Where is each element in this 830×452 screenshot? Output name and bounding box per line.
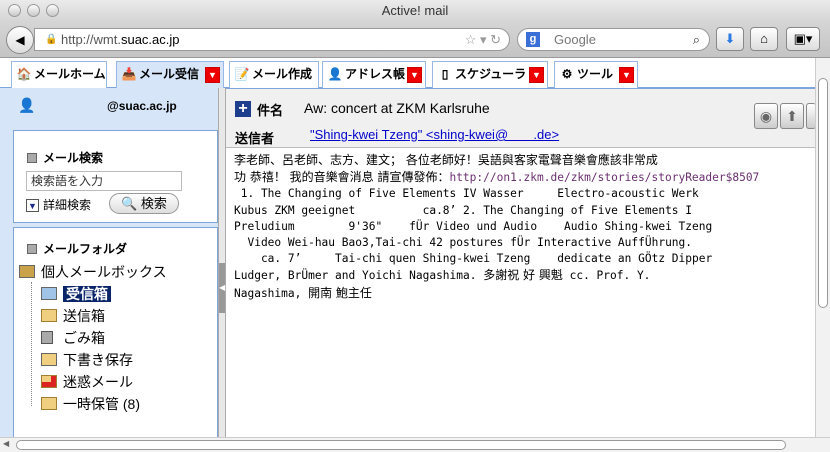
zoom-button[interactable] — [46, 4, 59, 17]
address-book-icon: 👤 — [327, 67, 343, 81]
horizontal-scrollbar[interactable]: ◀ — [0, 437, 830, 452]
app-tabs: 🏠 メールホーム 📥 メール受信 ▼ 📝 メール作成 👤 アドレス帳 ▼ ▯ スケジューラ ▼ … — [0, 58, 815, 88]
tab-label: スケジューラ — [455, 67, 527, 81]
mail-folder-heading: メールフォルダ — [27, 240, 127, 257]
scroll-thumb[interactable] — [818, 78, 828, 308]
back-button[interactable]: ◀ — [6, 26, 34, 54]
dropdown-icon[interactable]: ▼ — [407, 67, 422, 83]
from-link[interactable]: "Shing-kwei Tzeng" <shing-kwei@ .de> — [310, 127, 559, 142]
folder-outbox[interactable]: 送信箱 — [41, 306, 105, 326]
tab-label: ツール — [577, 67, 614, 81]
search-placeholder: Google — [554, 32, 596, 47]
tab-mail-home[interactable]: 🏠 メールホーム — [11, 61, 107, 88]
search-input[interactable]: 検索語を入力 — [26, 171, 182, 191]
home-icon: 🏠 — [16, 67, 32, 81]
message-header: + 件名 Aw: concert at ZKM Karlsruhe 送信者 "S… — [226, 88, 816, 148]
tab-mail-receive[interactable]: 📥 メール受信 ▼ — [116, 61, 224, 88]
sidebar: 👤 @suac.ac.jp メール検索 検索語を入力 ▼ 詳細検索 🔍 検索 メー… — [0, 88, 218, 437]
globe-document-icon[interactable]: ◉ — [754, 103, 778, 129]
url-prefix: http://wmt. — [61, 32, 121, 47]
close-button[interactable] — [8, 4, 21, 17]
home-button[interactable]: ⌂ — [750, 27, 778, 51]
vertical-scrollbar[interactable] — [815, 58, 830, 437]
expand-plus-icon[interactable]: + — [235, 101, 251, 117]
outbox-icon — [41, 309, 57, 322]
pane-divider[interactable]: ◀ — [218, 88, 226, 437]
triangle-down-icon: ▼ — [26, 199, 39, 212]
scroll-thumb[interactable] — [16, 440, 786, 450]
folder-inbox[interactable]: 受信箱 — [41, 284, 111, 304]
tab-label: メール受信 — [139, 67, 200, 81]
url-domain: suac.ac.jp — [120, 32, 180, 47]
body-link[interactable]: http://on1.zkm.de/zkm/stories/storyReade… — [449, 171, 759, 184]
bookmarks-button[interactable]: ▣▾ — [786, 27, 820, 51]
folder-root[interactable]: 個人メールボックス — [19, 262, 167, 282]
subject-label: 件名 — [257, 103, 284, 118]
dropdown-icon[interactable]: ▼ — [529, 67, 544, 83]
folder-trash[interactable]: ごみ箱 — [41, 328, 105, 348]
tab-tools[interactable]: ⚙ ツール ▼ — [554, 61, 638, 88]
dropdown-icon[interactable]: ▼ — [205, 67, 220, 83]
tab-label: メール作成 — [252, 67, 313, 81]
tab-label: アドレス帳 — [345, 67, 406, 81]
spam-icon — [41, 375, 57, 388]
browser-toolbar: ◀ 🔒 http://wmt.suac.ac.jp ☆ ▾ ↻ g Google… — [0, 22, 830, 58]
reload-icon[interactable]: ☆ ▾ ↻ — [465, 29, 501, 50]
tab-label: メールホーム — [34, 67, 106, 81]
message-pane: + 件名 Aw: concert at ZKM Karlsruhe 送信者 "S… — [226, 88, 816, 437]
mail-search-heading: メール検索 — [27, 149, 103, 166]
folder-temp[interactable]: 一時保管 (8) — [41, 394, 140, 414]
draft-icon — [41, 353, 57, 366]
inbox-icon — [41, 287, 57, 300]
search-bar[interactable]: g Google ⌕ — [517, 28, 710, 51]
folder-spam[interactable]: 迷惑メール — [41, 372, 133, 392]
collapse-handle[interactable]: ◀ — [219, 263, 225, 313]
window-title: Active! mail — [381, 3, 449, 18]
tab-scheduler[interactable]: ▯ スケジューラ ▼ — [432, 61, 548, 88]
user-icon: 👤 — [18, 97, 36, 113]
message-body: 李老師、呂老師、志方、建文； 各位老師好！吳語與客家電聲音樂會應該非常成 功 恭… — [234, 153, 760, 300]
compose-icon: 📝 — [234, 67, 250, 81]
folder-drafts[interactable]: 下書き保存 — [41, 350, 133, 370]
minimize-button[interactable] — [27, 4, 40, 17]
tab-address-book[interactable]: 👤 アドレス帳 ▼ — [322, 61, 426, 88]
magnifier-icon: 🔍 — [121, 196, 138, 211]
inbox-icon: 📥 — [121, 67, 137, 81]
trash-icon — [41, 331, 53, 344]
dropdown-icon[interactable]: ▼ — [619, 67, 634, 83]
calendar-icon: ▯ — [441, 67, 449, 81]
mail-search-panel: メール検索 検索語を入力 ▼ 詳細検索 🔍 検索 — [13, 130, 218, 223]
mail-folder-panel: メールフォルダ 個人メールボックス 受信箱 送信箱 ごみ箱 下書き保存 迷惑メー… — [13, 227, 218, 437]
tree-line — [31, 282, 41, 406]
google-icon: g — [526, 32, 540, 47]
from-label: 送信者 — [235, 131, 275, 146]
gear-icon: ⚙ — [561, 67, 573, 81]
window-titlebar: Active! mail — [0, 0, 830, 22]
search-button[interactable]: 🔍 検索 — [109, 193, 179, 214]
user-row: 👤 @suac.ac.jp — [0, 88, 218, 124]
url-bar[interactable]: 🔒 http://wmt.suac.ac.jp ☆ ▾ ↻ — [34, 28, 510, 51]
up-arrow-icon[interactable]: ⬆ — [780, 103, 804, 129]
download-button[interactable]: ⬇ — [716, 27, 744, 51]
advanced-search-link[interactable]: ▼ 詳細検索 — [26, 196, 91, 213]
mailbox-icon — [19, 265, 35, 278]
subject-text: Aw: concert at ZKM Karlsruhe — [304, 100, 490, 116]
folder-icon — [41, 397, 57, 410]
user-email: @suac.ac.jp — [107, 99, 177, 113]
lock-icon: 🔒 — [45, 34, 58, 45]
window-controls[interactable] — [8, 4, 59, 17]
tab-mail-compose[interactable]: 📝 メール作成 — [229, 61, 319, 88]
magnifier-icon[interactable]: ⌕ — [693, 29, 700, 50]
